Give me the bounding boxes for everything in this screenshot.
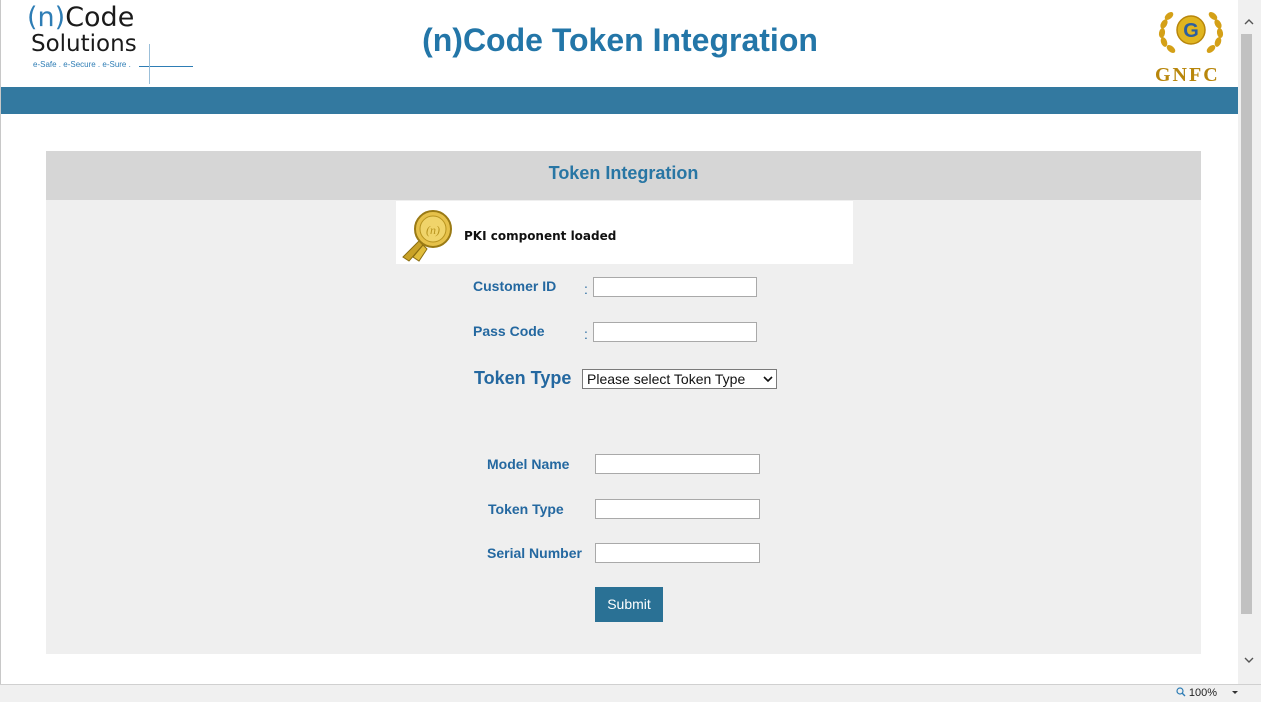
pki-status-text: PKI component loaded (464, 229, 617, 243)
token-type-select-label: Token Type (474, 368, 572, 388)
model-name-input[interactable] (595, 454, 760, 474)
zoom-level[interactable]: 100% (1176, 687, 1217, 699)
token-type-select[interactable]: Please select Token Type (582, 369, 777, 389)
header-bar (1, 87, 1238, 114)
zoom-dropdown-icon[interactable] (1231, 690, 1239, 696)
panel-heading: Token Integration (46, 151, 1201, 200)
customer-id-label: Customer ID (473, 278, 557, 294)
scroll-down-icon[interactable] (1244, 656, 1254, 664)
customer-id-colon: : (584, 281, 588, 297)
status-bar: 100% (0, 684, 1261, 702)
token-integration-panel: Token Integration (n) PKI component load… (46, 151, 1201, 654)
serial-number-input[interactable] (595, 543, 760, 563)
logo-tagline: e-Safe . e-Secure . e-Sure . (33, 60, 131, 69)
pass-code-label: Pass Code (473, 323, 545, 339)
token-type-selected-value: Please select Token Type (587, 371, 746, 387)
zoom-value: 100% (1188, 687, 1217, 699)
gnfc-logo[interactable]: G GNFC (1147, 4, 1235, 86)
pki-status-box: (n) PKI component loaded (396, 201, 853, 264)
token-type-input[interactable] (595, 499, 760, 519)
pass-code-input[interactable] (593, 322, 757, 342)
scroll-up-icon[interactable] (1244, 18, 1254, 26)
zoom-icon (1176, 687, 1186, 697)
chevron-down-icon (763, 376, 773, 383)
page-title: (n)Code Token Integration (422, 22, 818, 58)
browser-viewport: (n)Code Solutions e-Safe . e-Secure . e-… (0, 0, 1238, 684)
svg-text:G: G (1183, 20, 1199, 42)
svg-text:(n): (n) (426, 223, 440, 237)
gnfc-text: GNFC (1155, 64, 1220, 86)
submit-button[interactable]: Submit (595, 587, 663, 622)
scrollbar-thumb[interactable] (1241, 34, 1252, 614)
logo-divider-h (139, 66, 193, 67)
pki-seal-icon: (n) (402, 210, 452, 262)
page-header: (n)Code Solutions e-Safe . e-Secure . e-… (1, 0, 1238, 87)
gnfc-emblem-icon: G (1158, 12, 1224, 53)
pass-code-colon: : (584, 326, 588, 342)
model-name-label: Model Name (487, 456, 570, 472)
serial-number-label: Serial Number (487, 545, 582, 561)
token-type-field-label: Token Type (488, 501, 564, 517)
customer-id-input[interactable] (593, 277, 757, 297)
